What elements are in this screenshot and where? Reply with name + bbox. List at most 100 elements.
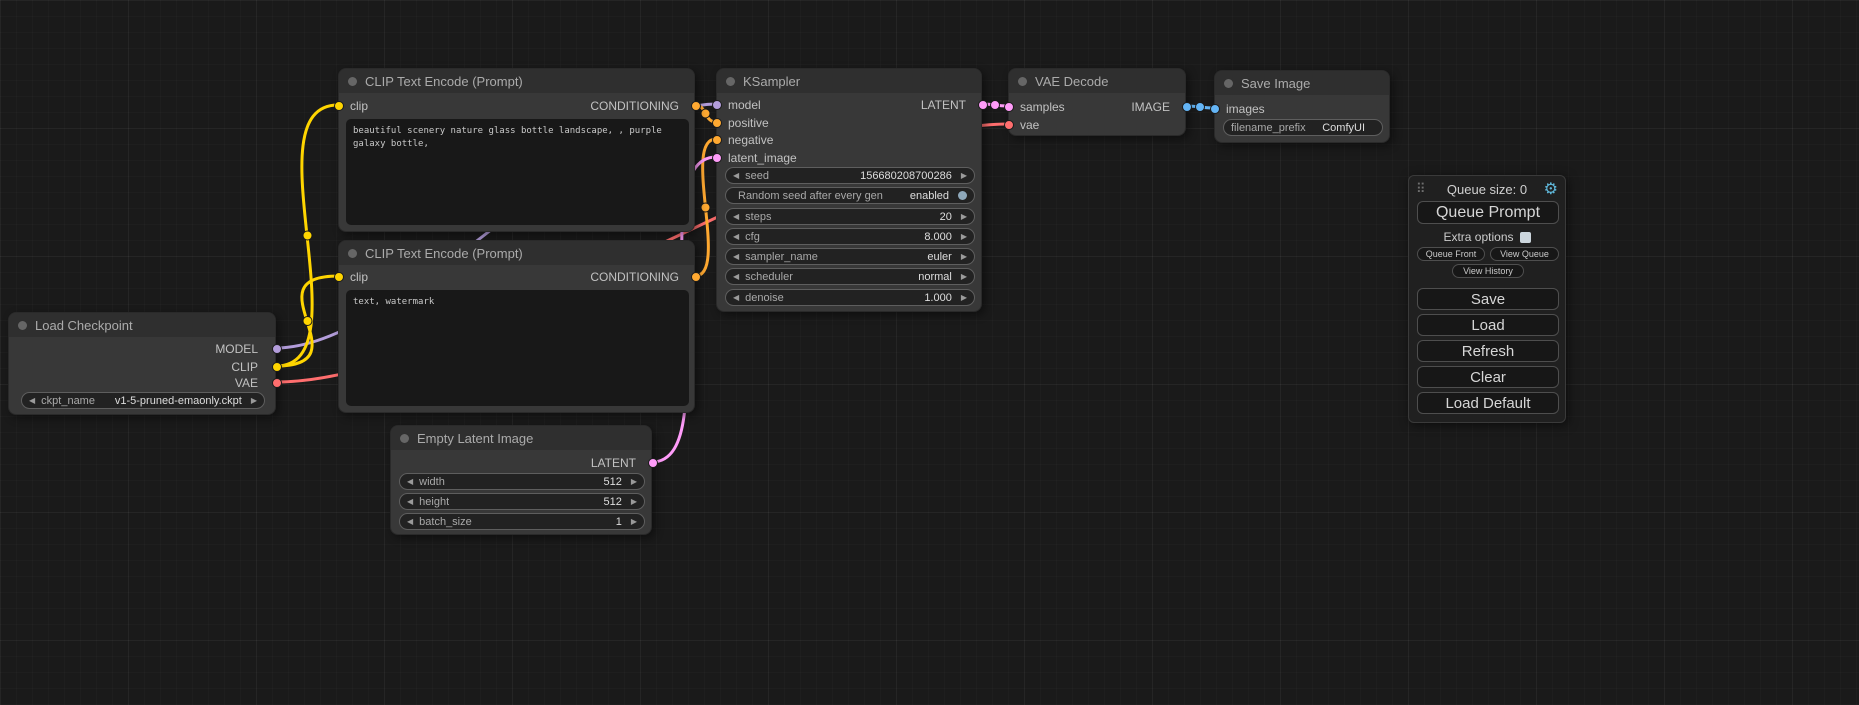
queue-menu-panel: ⠿ Queue size: 0 ⚙ Queue Prompt Extra opt… bbox=[1408, 175, 1566, 423]
input-slot-latent-image[interactable] bbox=[712, 153, 722, 163]
widget-value: 156680208700286 bbox=[860, 170, 955, 182]
negative-prompt-textarea[interactable]: text, watermark bbox=[346, 290, 689, 406]
clear-button[interactable]: Clear bbox=[1417, 366, 1559, 388]
view-history-button[interactable]: View History bbox=[1452, 264, 1524, 278]
toggle-knob-icon[interactable] bbox=[958, 191, 967, 200]
output-slot-latent[interactable] bbox=[648, 458, 658, 468]
scheduler-widget[interactable]: ◀ scheduler normal ▶ bbox=[725, 268, 975, 285]
node-status-dot-icon bbox=[1018, 77, 1027, 86]
decrement-arrow-icon[interactable]: ◀ bbox=[733, 172, 739, 180]
widget-value: enabled bbox=[910, 190, 952, 202]
filename-prefix-widget[interactable]: filename_prefix ComfyUI bbox=[1223, 119, 1383, 136]
node-status-dot-icon bbox=[400, 434, 409, 443]
node-clip-positive-titlebar[interactable]: CLIP Text Encode (Prompt) bbox=[339, 69, 694, 93]
increment-arrow-icon[interactable]: ▶ bbox=[251, 397, 257, 405]
save-button[interactable]: Save bbox=[1417, 288, 1559, 310]
input-label-clip: clip bbox=[350, 270, 368, 284]
load-button[interactable]: Load bbox=[1417, 314, 1559, 336]
input-slot-clip[interactable] bbox=[334, 101, 344, 111]
settings-gear-icon[interactable]: ⚙ bbox=[1544, 179, 1558, 199]
decrement-arrow-icon[interactable]: ◀ bbox=[407, 478, 413, 486]
input-slot-clip[interactable] bbox=[334, 272, 344, 282]
link-midpoint-dot bbox=[701, 203, 710, 212]
queue-prompt-button[interactable]: Queue Prompt bbox=[1417, 201, 1559, 224]
extra-options-label: Extra options bbox=[1443, 230, 1513, 244]
batch-size-widget[interactable]: ◀ batch_size 1 ▶ bbox=[399, 513, 645, 530]
output-label-model: MODEL bbox=[215, 342, 258, 356]
increment-arrow-icon[interactable]: ▶ bbox=[961, 253, 967, 261]
input-slot-negative[interactable] bbox=[712, 135, 722, 145]
link-midpoint-dot bbox=[303, 231, 312, 240]
widget-value: 512 bbox=[603, 476, 624, 488]
decrement-arrow-icon[interactable]: ◀ bbox=[29, 397, 35, 405]
node-title: Empty Latent Image bbox=[417, 431, 533, 446]
output-slot-vae[interactable] bbox=[272, 378, 282, 388]
decrement-arrow-icon[interactable]: ◀ bbox=[733, 213, 739, 221]
output-slot-latent[interactable] bbox=[978, 100, 988, 110]
input-slot-samples[interactable] bbox=[1004, 102, 1014, 112]
queue-front-button[interactable]: Queue Front bbox=[1417, 247, 1485, 261]
input-label-samples: samples bbox=[1020, 100, 1065, 114]
input-slot-positive[interactable] bbox=[712, 118, 722, 128]
extra-options-checkbox[interactable] bbox=[1520, 232, 1531, 243]
widget-value: euler bbox=[927, 251, 954, 263]
input-slot-model[interactable] bbox=[712, 100, 722, 110]
increment-arrow-icon[interactable]: ▶ bbox=[961, 273, 967, 281]
increment-arrow-icon[interactable]: ▶ bbox=[961, 233, 967, 241]
sampler-name-widget[interactable]: ◀ sampler_name euler ▶ bbox=[725, 248, 975, 265]
node-ksampler-titlebar[interactable]: KSampler bbox=[717, 69, 981, 93]
width-widget[interactable]: ◀ width 512 ▶ bbox=[399, 473, 645, 490]
random-seed-toggle-widget[interactable]: Random seed after every gen enabled bbox=[725, 187, 975, 204]
widget-name: batch_size bbox=[419, 516, 472, 528]
node-save-image-titlebar[interactable]: Save Image bbox=[1215, 71, 1389, 95]
decrement-arrow-icon[interactable]: ◀ bbox=[407, 498, 413, 506]
node-clip-negative-titlebar[interactable]: CLIP Text Encode (Prompt) bbox=[339, 241, 694, 265]
ckpt-name-widget[interactable]: ◀ ckpt_name v1-5-pruned-emaonly.ckpt ▶ bbox=[21, 392, 265, 409]
decrement-arrow-icon[interactable]: ◀ bbox=[733, 253, 739, 261]
node-vae-decode: VAE Decode samples vae IMAGE bbox=[1008, 68, 1186, 136]
increment-arrow-icon[interactable]: ▶ bbox=[631, 498, 637, 506]
output-slot-model[interactable] bbox=[272, 344, 282, 354]
widget-name: seed bbox=[745, 170, 769, 182]
node-load-checkpoint-titlebar[interactable]: Load Checkpoint bbox=[9, 313, 275, 337]
input-slot-vae[interactable] bbox=[1004, 120, 1014, 130]
node-graph-canvas[interactable]: Load Checkpoint MODEL CLIP VAE ◀ ckpt_na… bbox=[0, 0, 1859, 705]
widget-name: Random seed after every gen bbox=[738, 190, 883, 202]
output-label-latent: LATENT bbox=[921, 98, 966, 112]
increment-arrow-icon[interactable]: ▶ bbox=[961, 213, 967, 221]
increment-arrow-icon[interactable]: ▶ bbox=[961, 172, 967, 180]
view-queue-button[interactable]: View Queue bbox=[1490, 247, 1559, 261]
input-label-positive: positive bbox=[728, 116, 769, 130]
denoise-widget[interactable]: ◀ denoise 1.000 ▶ bbox=[725, 289, 975, 306]
node-ksampler: KSampler model positive negative latent_… bbox=[716, 68, 982, 312]
decrement-arrow-icon[interactable]: ◀ bbox=[733, 233, 739, 241]
output-slot-clip[interactable] bbox=[272, 362, 282, 372]
input-slot-images[interactable] bbox=[1210, 104, 1220, 114]
output-label-conditioning: CONDITIONING bbox=[590, 99, 679, 113]
decrement-arrow-icon[interactable]: ◀ bbox=[407, 518, 413, 526]
refresh-button[interactable]: Refresh bbox=[1417, 340, 1559, 362]
widget-value: 1.000 bbox=[924, 292, 955, 304]
input-label-negative: negative bbox=[728, 133, 773, 147]
cfg-widget[interactable]: ◀ cfg 8.000 ▶ bbox=[725, 228, 975, 245]
output-slot-image[interactable] bbox=[1182, 102, 1192, 112]
node-title: CLIP Text Encode (Prompt) bbox=[365, 74, 523, 89]
decrement-arrow-icon[interactable]: ◀ bbox=[733, 273, 739, 281]
seed-widget[interactable]: ◀ seed 156680208700286 ▶ bbox=[725, 167, 975, 184]
widget-value: 1 bbox=[616, 516, 625, 528]
widget-value: ComfyUI bbox=[1322, 122, 1368, 134]
decrement-arrow-icon[interactable]: ◀ bbox=[733, 294, 739, 302]
steps-widget[interactable]: ◀ steps 20 ▶ bbox=[725, 208, 975, 225]
height-widget[interactable]: ◀ height 512 ▶ bbox=[399, 493, 645, 510]
node-status-dot-icon bbox=[726, 77, 735, 86]
output-slot-conditioning[interactable] bbox=[691, 101, 701, 111]
increment-arrow-icon[interactable]: ▶ bbox=[631, 518, 637, 526]
node-vae-decode-titlebar[interactable]: VAE Decode bbox=[1009, 69, 1185, 93]
load-default-button[interactable]: Load Default bbox=[1417, 392, 1559, 414]
positive-prompt-textarea[interactable]: beautiful scenery nature glass bottle la… bbox=[346, 119, 689, 225]
output-slot-conditioning[interactable] bbox=[691, 272, 701, 282]
input-label-clip: clip bbox=[350, 99, 368, 113]
node-empty-latent-titlebar[interactable]: Empty Latent Image bbox=[391, 426, 651, 450]
increment-arrow-icon[interactable]: ▶ bbox=[961, 294, 967, 302]
increment-arrow-icon[interactable]: ▶ bbox=[631, 478, 637, 486]
